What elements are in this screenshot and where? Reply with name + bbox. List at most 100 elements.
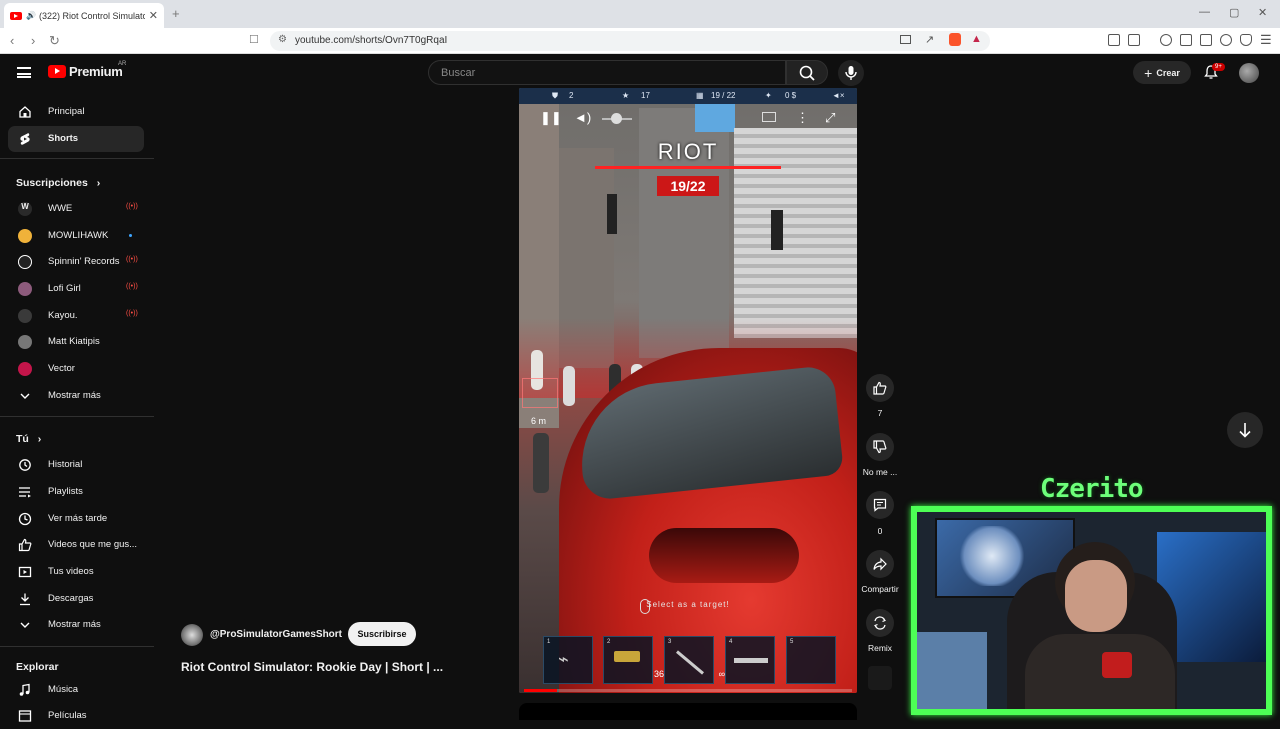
like-button[interactable] bbox=[866, 374, 894, 402]
maximize-icon[interactable]: ▢ bbox=[1229, 6, 1239, 19]
sidebar-item-music[interactable]: Música bbox=[8, 677, 144, 703]
reload-icon[interactable]: ↻ bbox=[49, 33, 60, 49]
search-button[interactable] bbox=[786, 60, 828, 85]
captions-icon[interactable] bbox=[762, 112, 776, 122]
channel-thumbnail[interactable] bbox=[868, 666, 892, 690]
bookmark-icon[interactable]: ☐ bbox=[249, 33, 259, 46]
vpn-icon[interactable] bbox=[1240, 34, 1252, 46]
site-info-icon[interactable]: ⚙ bbox=[278, 34, 287, 45]
logo-region: AR bbox=[118, 61, 127, 67]
you-heading[interactable]: Tú › bbox=[16, 433, 41, 445]
pause-icon[interactable]: ❚❚ bbox=[540, 110, 562, 126]
sidebar-item-label: Lofi Girl bbox=[48, 283, 81, 294]
sidebar-item-movies[interactable]: Películas bbox=[8, 703, 144, 729]
sidebar-item-label: Mostrar más bbox=[48, 619, 101, 630]
browser-tab[interactable]: 🔊 (322) Riot Control Simulator... ✕ bbox=[4, 3, 164, 28]
dislike-button[interactable] bbox=[866, 433, 894, 461]
share-label: Compartir bbox=[861, 584, 899, 594]
new-tab-icon[interactable]: + bbox=[172, 6, 180, 21]
back-icon[interactable]: ‹ bbox=[10, 33, 14, 48]
channel-handle[interactable]: @ProSimulatorGamesShort bbox=[210, 629, 342, 640]
sidebar-item-history[interactable]: Historial bbox=[8, 452, 144, 478]
sidebar-item-playlists[interactable]: Playlists bbox=[8, 479, 144, 505]
sidebar-item-label: Principal bbox=[48, 106, 85, 117]
menu-icon[interactable] bbox=[17, 67, 31, 78]
like-count: 7 bbox=[877, 408, 883, 418]
minimize-icon[interactable]: — bbox=[1199, 6, 1210, 18]
volume-icon[interactable]: ◄) bbox=[574, 110, 591, 125]
sidebar-divider bbox=[0, 646, 154, 647]
video-title[interactable]: Riot Control Simulator: Rookie Day | Sho… bbox=[181, 660, 443, 674]
remix-button[interactable] bbox=[866, 609, 894, 637]
extensions-icon[interactable] bbox=[1108, 34, 1120, 46]
sidebar-item-mowlihawk[interactable]: MOWLIHAWK bbox=[8, 223, 144, 249]
more-options-icon[interactable]: ⋮ bbox=[796, 110, 809, 126]
sidebar-item-vector[interactable]: Vector bbox=[8, 356, 144, 382]
leo-ai-icon[interactable] bbox=[1220, 34, 1232, 46]
chevron-right-icon: › bbox=[96, 177, 101, 189]
sidebar-item-kayou[interactable]: Kayou. ((•)) bbox=[8, 303, 144, 329]
sidebar-item-shorts[interactable]: Shorts bbox=[8, 126, 144, 152]
fullscreen-icon[interactable]: ⤢ bbox=[825, 110, 835, 126]
shield-icon: ⛊ bbox=[552, 91, 558, 100]
sidebar-item-downloads[interactable]: Descargas bbox=[8, 586, 144, 612]
comments-count: 0 bbox=[877, 526, 883, 536]
subscriptions-heading[interactable]: Suscripciones › bbox=[16, 177, 100, 189]
window-close-icon[interactable]: ✕ bbox=[1258, 6, 1267, 19]
account-avatar[interactable] bbox=[1239, 63, 1259, 83]
microphone-icon bbox=[845, 66, 857, 80]
channel-avatar bbox=[18, 255, 32, 269]
sidebar-item-label: Tus videos bbox=[48, 566, 94, 577]
rewards-icon[interactable]: ▲ bbox=[971, 33, 982, 45]
next-short-button[interactable] bbox=[1227, 412, 1263, 448]
sidebar-divider bbox=[0, 416, 154, 417]
sidebar-item-spinnin-records[interactable]: Spinnin' Records ((•)) bbox=[8, 249, 144, 275]
arrow-down-icon bbox=[1239, 423, 1251, 438]
sidebar-item-matt-kiatipis[interactable]: Matt Kiatipis bbox=[8, 329, 144, 355]
channel-avatar[interactable] bbox=[181, 624, 203, 646]
sidebar-item-watch-later[interactable]: Ver más tarde bbox=[8, 506, 144, 532]
live-indicator-icon: ((•)) bbox=[126, 203, 138, 210]
share-button[interactable] bbox=[866, 550, 894, 578]
sidebar-item-liked-videos[interactable]: Videos que me gus... bbox=[8, 532, 144, 558]
install-icon[interactable] bbox=[900, 35, 911, 44]
forward-icon[interactable]: › bbox=[31, 33, 35, 48]
search-input[interactable]: Buscar bbox=[428, 60, 786, 85]
wallet-icon[interactable] bbox=[1200, 34, 1212, 46]
sidebar-item-label: Descargas bbox=[48, 593, 94, 604]
sidebar-item-lofi-girl[interactable]: Lofi Girl ((•)) bbox=[8, 276, 144, 302]
hud-arrests: 19 / 22 bbox=[711, 91, 736, 100]
url-field[interactable]: ⚙ youtube.com/shorts/Ovn7T0gRqaI ↗ ▲ bbox=[270, 31, 990, 51]
thumbs-up-icon bbox=[18, 538, 32, 552]
sidebar-item-show-more-you[interactable]: Mostrar más bbox=[8, 612, 144, 638]
weapon-slot: 1 ⌁ bbox=[543, 636, 593, 684]
browser-menu-icon[interactable]: ☰ bbox=[1260, 32, 1272, 48]
sidebar-item-label: Ver más tarde bbox=[48, 513, 108, 524]
media-icon[interactable] bbox=[1160, 34, 1172, 46]
create-button[interactable]: + Crear bbox=[1133, 61, 1191, 84]
brave-shield-icon[interactable] bbox=[949, 33, 961, 46]
crowd-icon: ✦ bbox=[765, 91, 772, 100]
sidebar-item-show-more-subscriptions[interactable]: Mostrar más bbox=[8, 383, 144, 409]
sidebar-item-home[interactable]: Principal bbox=[8, 99, 144, 125]
tab-close-icon[interactable]: ✕ bbox=[149, 9, 158, 22]
sidebar-toggle-icon[interactable] bbox=[1180, 34, 1192, 46]
share-page-icon[interactable]: ↗ bbox=[925, 33, 934, 46]
video-progress-bar[interactable] bbox=[524, 689, 852, 692]
sidebar-item-label: Videos que me gus... bbox=[48, 539, 138, 550]
url-text: youtube.com/shorts/Ovn7T0gRqaI bbox=[295, 35, 448, 46]
channel-avatar bbox=[18, 335, 32, 349]
subscribe-button[interactable]: Suscribirse bbox=[348, 622, 416, 646]
tab-search-icon[interactable] bbox=[1128, 34, 1140, 46]
slot-number: 5 bbox=[790, 639, 794, 645]
next-short-preview[interactable] bbox=[519, 703, 857, 720]
comments-button[interactable] bbox=[866, 491, 894, 519]
sidebar-item-wwe[interactable]: W WWE ((•)) bbox=[8, 196, 144, 222]
sidebar-item-your-videos[interactable]: Tus videos bbox=[8, 559, 144, 585]
shorts-video-player[interactable]: ⛊ 2 ★ 17 ▦ 19 / 22 ✦ 0 $ ◄× ❚❚ ◄) ⋮ ⤢ RI… bbox=[519, 88, 857, 693]
youtube-logo[interactable]: Premium AR bbox=[48, 61, 127, 79]
volume-slider-knob[interactable] bbox=[611, 113, 622, 124]
slot-number: 3 bbox=[668, 639, 672, 645]
home-icon bbox=[19, 106, 31, 118]
voice-search-button[interactable] bbox=[838, 60, 864, 86]
